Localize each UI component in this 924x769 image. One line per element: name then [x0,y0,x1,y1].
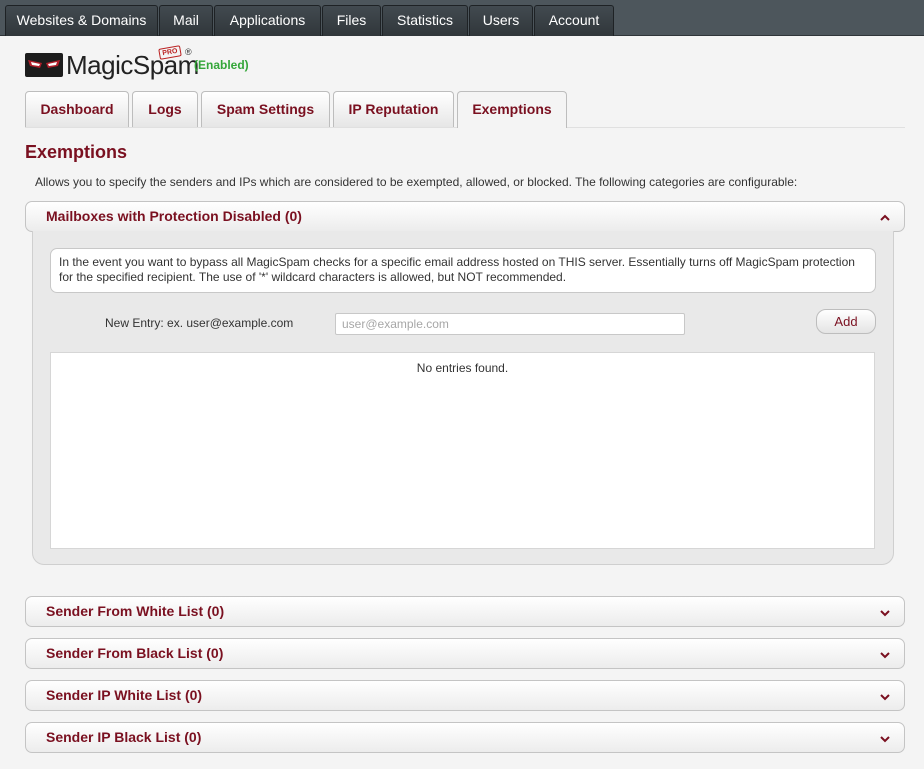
tab-dashboard[interactable]: Dashboard [25,91,129,127]
section-title: Sender From White List (0) [46,603,225,619]
section-header-sender-ip-white-list[interactable]: Sender IP White List (0) [25,680,905,711]
section-header-sender-ip-black-list[interactable]: Sender IP Black List (0) [25,722,905,753]
section-info-box: In the event you want to bypass all Magi… [50,248,876,293]
chevron-down-icon [880,681,890,710]
new-entry-email-input[interactable] [335,313,685,335]
nav-tab-users[interactable]: Users [469,5,533,36]
section-header-sender-from-black-list[interactable]: Sender From Black List (0) [25,638,905,669]
nav-tab-websites-domains[interactable]: Websites & Domains [5,5,158,36]
ninja-mascot-icon [25,53,63,77]
nav-tab-files[interactable]: Files [322,5,381,36]
tab-exemptions[interactable]: Exemptions [457,91,567,128]
chevron-down-icon [880,723,890,752]
chevron-down-icon [880,639,890,668]
section-header-sender-from-white-list[interactable]: Sender From White List (0) [25,596,905,627]
nav-tab-account[interactable]: Account [534,5,614,36]
top-navigation: Websites & Domains Mail Applications Fil… [0,0,924,36]
tab-spam-settings[interactable]: Spam Settings [201,91,330,127]
tab-ip-reputation[interactable]: IP Reputation [333,91,454,127]
page-title: Exemptions [25,142,128,162]
new-entry-label: New Entry: ex. user@example.com [105,316,294,330]
section-title: Sender IP Black List (0) [46,729,202,745]
nav-tab-statistics[interactable]: Statistics [382,5,468,36]
section-header-mailboxes-protection-disabled[interactable]: Mailboxes with Protection Disabled (0) [25,201,905,232]
nav-tab-applications[interactable]: Applications [214,5,321,36]
section-title: Sender From Black List (0) [46,645,224,661]
empty-entries-message: No entries found. [416,361,509,375]
registered-mark: ® [185,47,192,57]
section-title: Sender IP White List (0) [46,687,203,703]
enabled-status: (Enabled) [194,58,249,72]
page-description: Allows you to specify the senders and IP… [35,175,798,189]
entries-list: No entries found. [50,352,875,549]
chevron-down-icon [880,597,890,626]
magicspam-tabs: Dashboard Logs Spam Settings IP Reputati… [25,91,905,128]
chevron-up-icon [880,202,890,231]
add-entry-button[interactable]: Add [816,309,876,334]
section-title: Mailboxes with Protection Disabled (0) [46,208,302,224]
tab-logs[interactable]: Logs [132,91,198,127]
nav-tab-mail[interactable]: Mail [159,5,213,36]
